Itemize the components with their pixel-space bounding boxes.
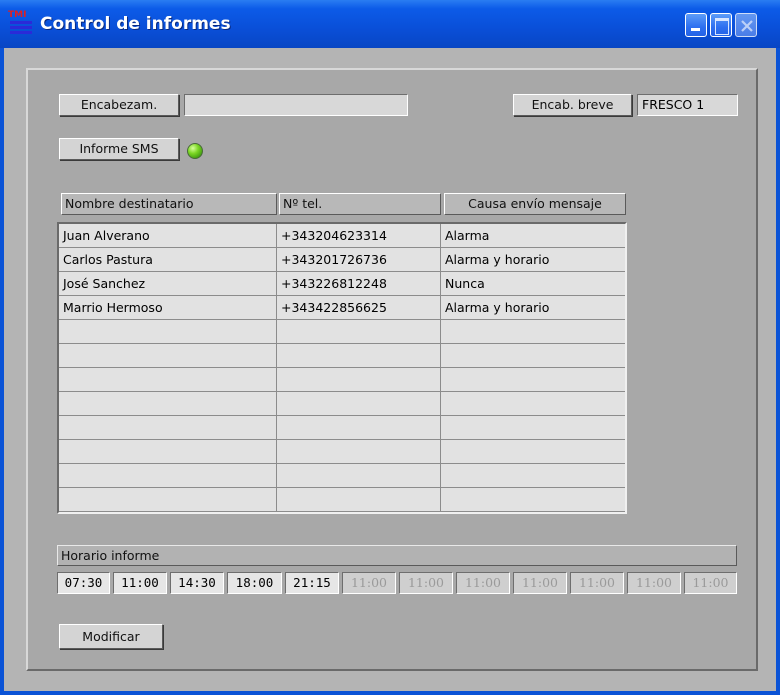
table-row[interactable] xyxy=(59,368,625,392)
schedule-time-field: 11:00 xyxy=(627,572,681,594)
column-header-phone[interactable]: Nº tel. xyxy=(279,193,441,215)
table-row[interactable]: Carlos Pastura +343201726736 Alarma y hora… xyxy=(59,248,625,272)
sms-status-led xyxy=(187,143,203,159)
schedule-time-field[interactable]: 14:30 xyxy=(170,572,224,594)
cell-name[interactable]: Juan Alverano xyxy=(59,224,277,247)
cell-phone[interactable] xyxy=(277,344,441,367)
cell-cause[interactable]: Alarma y horario xyxy=(441,248,625,271)
cell-phone[interactable] xyxy=(277,488,441,511)
column-header-name[interactable]: Nombre destinatario xyxy=(61,193,277,215)
cell-cause[interactable] xyxy=(441,488,625,511)
cell-phone[interactable] xyxy=(277,416,441,439)
cell-cause[interactable]: Nunca xyxy=(441,272,625,295)
encab-breve-field[interactable]: FRESCO 1 xyxy=(637,94,738,116)
cell-cause[interactable] xyxy=(441,416,625,439)
window-title: Control de informes xyxy=(40,14,231,34)
minimize-button[interactable] xyxy=(685,13,707,37)
table-row[interactable] xyxy=(59,488,625,512)
schedule-time-field: 11:00 xyxy=(570,572,624,594)
schedule-label: Horario informe xyxy=(57,545,737,566)
cell-phone[interactable]: +343226812248 xyxy=(277,272,441,295)
table-row[interactable]: Marrio Hermoso +343422856625 Alarma y hora… xyxy=(59,296,625,320)
close-icon xyxy=(741,20,753,32)
schedule-time-field[interactable]: 21:15 xyxy=(285,572,339,594)
app-icon: TMI xyxy=(8,11,34,35)
cell-name[interactable] xyxy=(59,368,277,391)
table-row[interactable] xyxy=(59,440,625,464)
cell-cause[interactable] xyxy=(441,320,625,343)
encab-breve-button[interactable]: Encab. breve xyxy=(513,94,632,116)
cell-cause[interactable] xyxy=(441,464,625,487)
table-row[interactable]: José Sanchez +343226812248 Nunca xyxy=(59,272,625,296)
cell-phone[interactable] xyxy=(277,368,441,391)
cell-name[interactable] xyxy=(59,440,277,463)
schedule-time-field: 11:00 xyxy=(513,572,567,594)
schedule-time-field: 11:00 xyxy=(342,572,396,594)
cell-name[interactable] xyxy=(59,464,277,487)
schedule-time-field[interactable]: 11:00 xyxy=(113,572,167,594)
recipients-table: Juan Alverano +343204623314 Alarma Carlos P… xyxy=(57,222,627,514)
cell-name[interactable]: José Sanchez xyxy=(59,272,277,295)
schedule-time-field[interactable]: 07:30 xyxy=(57,572,110,594)
cell-phone[interactable] xyxy=(277,440,441,463)
cell-phone[interactable] xyxy=(277,320,441,343)
encabezam-button[interactable]: Encabezam. xyxy=(59,94,179,116)
schedule-time-field: 11:00 xyxy=(684,572,737,594)
cell-cause[interactable]: Alarma y horario xyxy=(441,296,625,319)
table-row[interactable]: Juan Alverano +343204623314 Alarma xyxy=(59,224,625,248)
cell-cause[interactable] xyxy=(441,392,625,415)
encabezam-field[interactable] xyxy=(184,94,408,116)
app-icon-text: TMI xyxy=(8,10,27,20)
title-bar[interactable]: TMI Control de informes xyxy=(0,0,780,48)
cell-name[interactable] xyxy=(59,344,277,367)
report-control-window: TMI Control de informes Encabezam. Encab… xyxy=(0,0,780,695)
cell-name[interactable] xyxy=(59,416,277,439)
cell-phone[interactable]: +343201726736 xyxy=(277,248,441,271)
table-row[interactable] xyxy=(59,344,625,368)
modificar-button[interactable]: Modificar xyxy=(59,624,163,649)
table-row[interactable] xyxy=(59,320,625,344)
cell-cause[interactable] xyxy=(441,344,625,367)
cell-name[interactable] xyxy=(59,320,277,343)
table-row[interactable] xyxy=(59,392,625,416)
schedule-time-field[interactable]: 18:00 xyxy=(227,572,282,594)
cell-cause[interactable] xyxy=(441,368,625,391)
schedule-time-field: 11:00 xyxy=(456,572,510,594)
column-header-cause[interactable]: Causa envío mensaje xyxy=(444,193,626,215)
informe-sms-button[interactable]: Informe SMS xyxy=(59,138,179,160)
cell-name[interactable] xyxy=(59,488,277,511)
cell-phone[interactable]: +343422856625 xyxy=(277,296,441,319)
cell-cause[interactable] xyxy=(441,440,625,463)
cell-name[interactable]: Carlos Pastura xyxy=(59,248,277,271)
cell-phone[interactable] xyxy=(277,464,441,487)
cell-phone[interactable] xyxy=(277,392,441,415)
cell-cause[interactable]: Alarma xyxy=(441,224,625,247)
table-row[interactable] xyxy=(59,416,625,440)
cell-name[interactable] xyxy=(59,392,277,415)
schedule-time-field: 11:00 xyxy=(399,572,453,594)
cell-name[interactable]: Marrio Hermoso xyxy=(59,296,277,319)
maximize-button[interactable] xyxy=(710,13,732,37)
table-row[interactable] xyxy=(59,464,625,488)
cell-phone[interactable]: +343204623314 xyxy=(277,224,441,247)
close-button[interactable] xyxy=(735,13,757,37)
